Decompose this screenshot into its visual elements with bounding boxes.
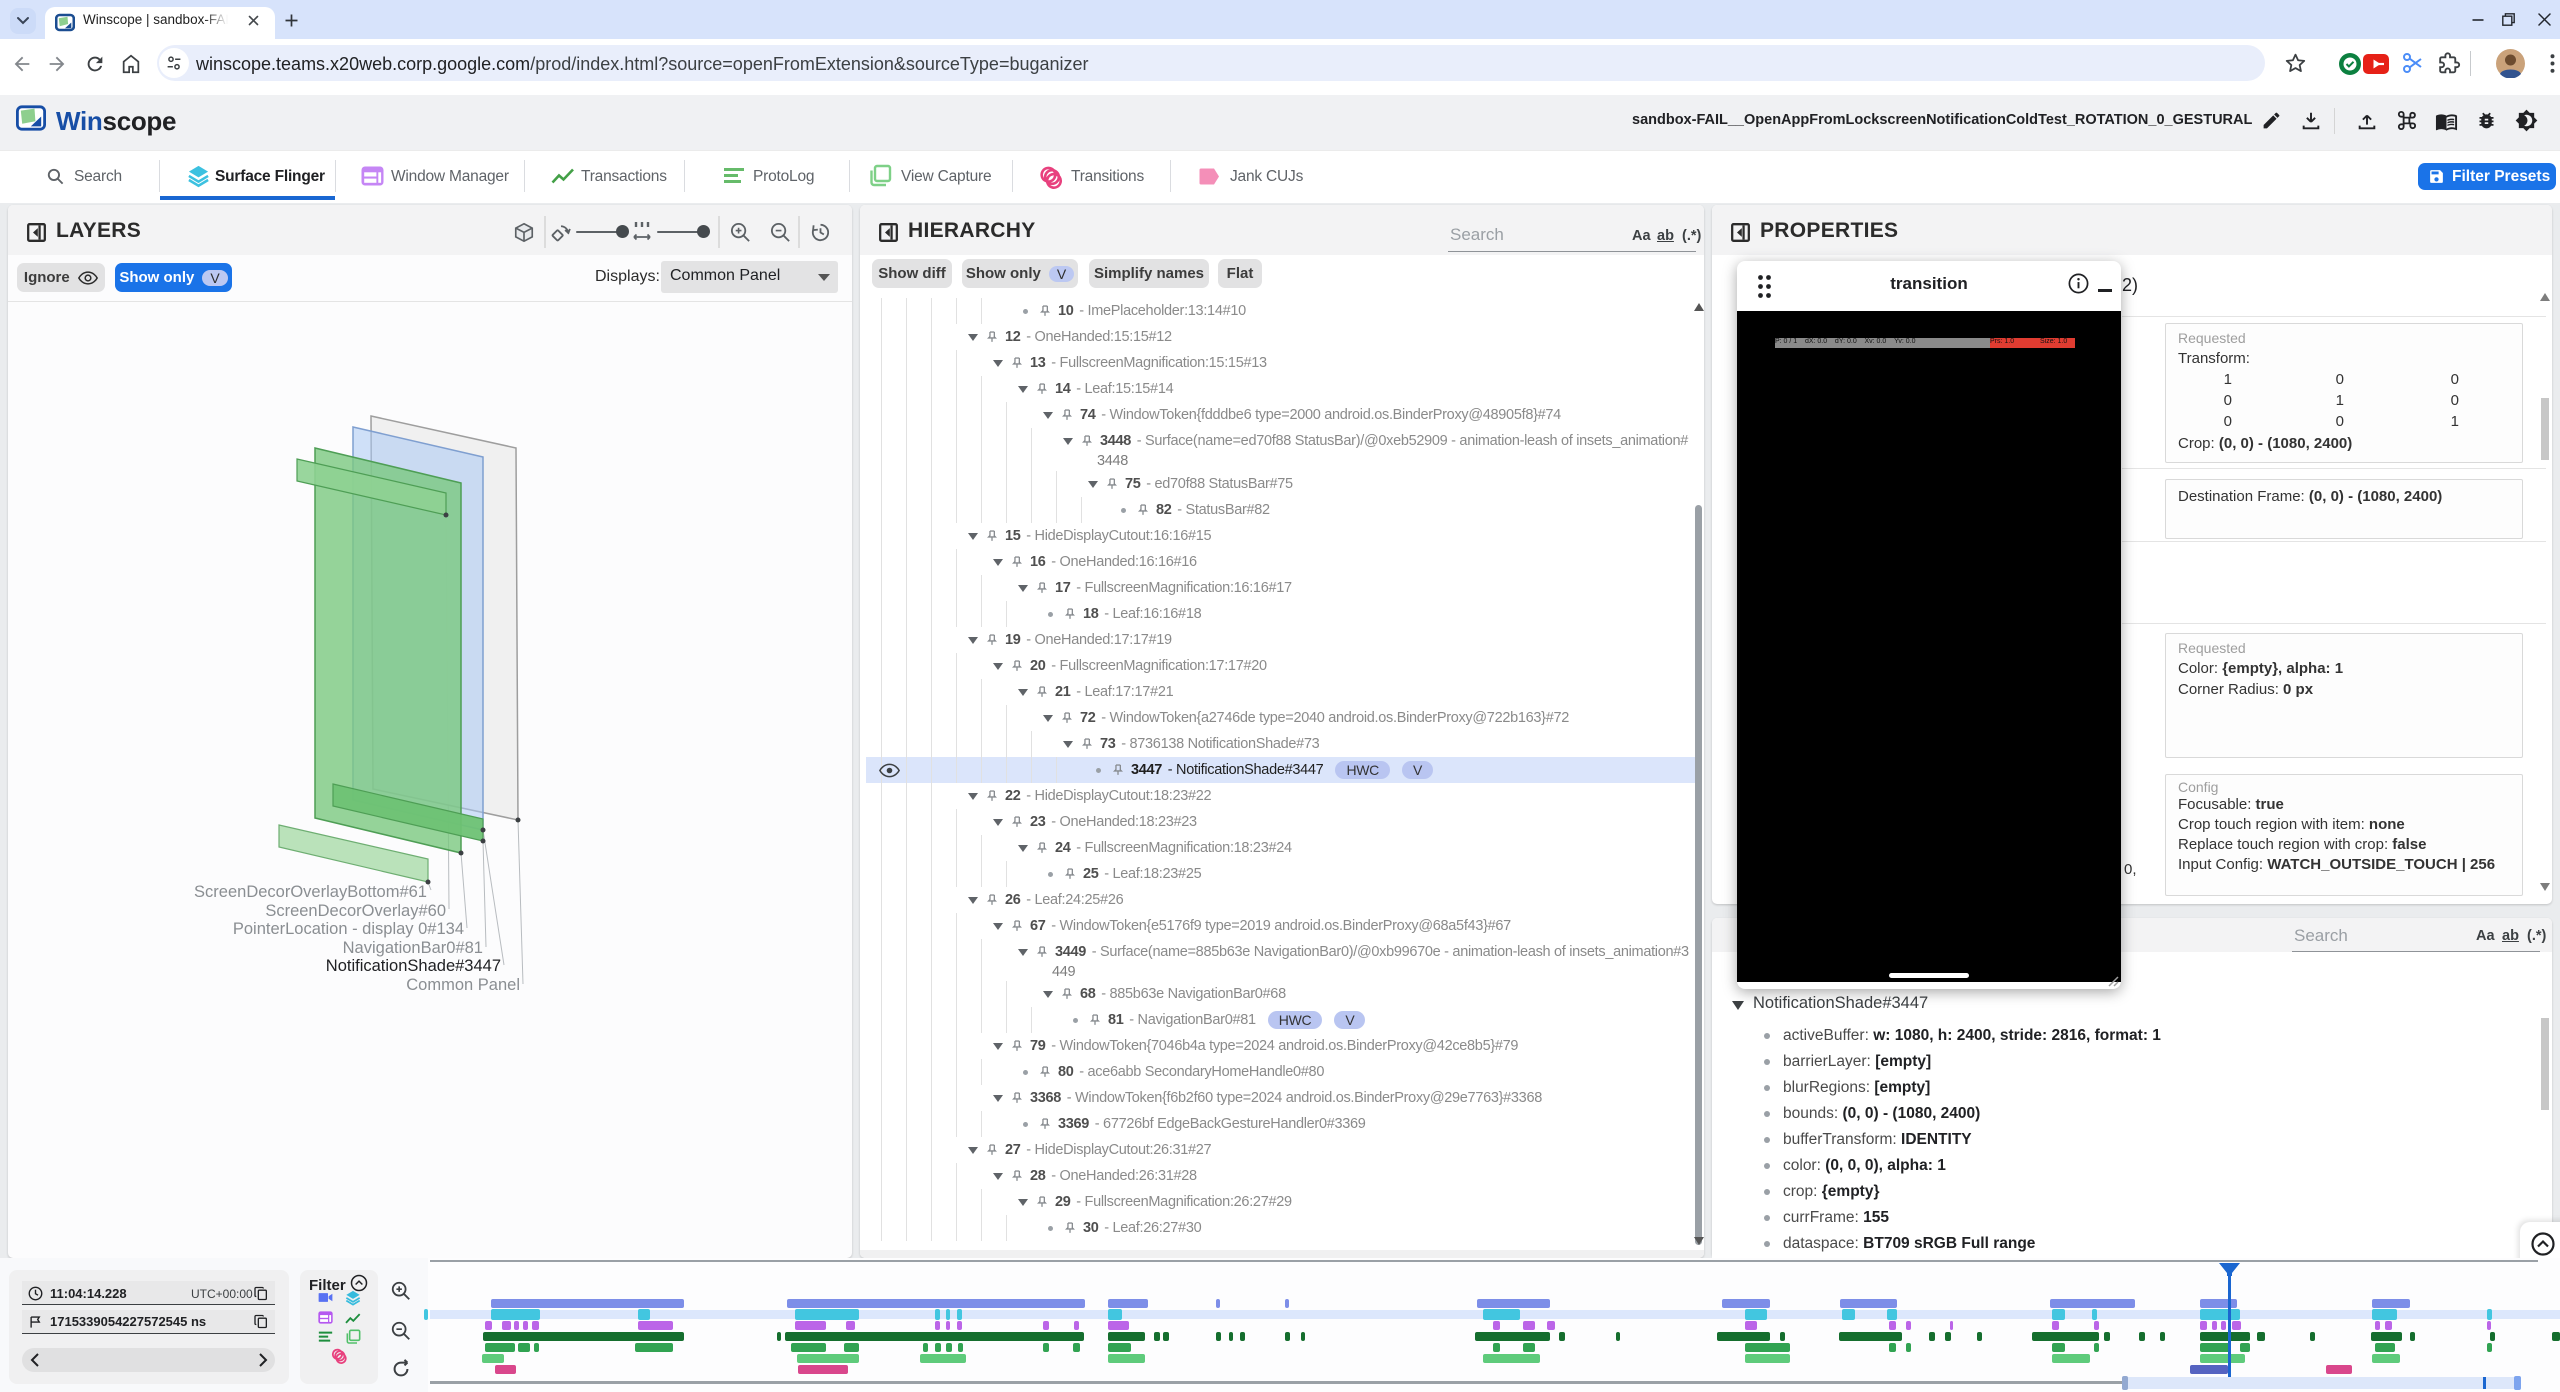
svg-text:NavigationBar0#81: NavigationBar0#81	[343, 939, 483, 957]
svg-text:ScreenDecorOverlay#60: ScreenDecorOverlay#60	[265, 902, 446, 920]
svg-text:NotificationShade#3447: NotificationShade#3447	[326, 957, 501, 975]
svg-text:Common Panel: Common Panel	[406, 976, 520, 994]
svg-text:ScreenDecorOverlayBottom#61: ScreenDecorOverlayBottom#61	[194, 883, 427, 901]
svg-text:PointerLocation - display 0#13: PointerLocation - display 0#134	[233, 920, 464, 938]
